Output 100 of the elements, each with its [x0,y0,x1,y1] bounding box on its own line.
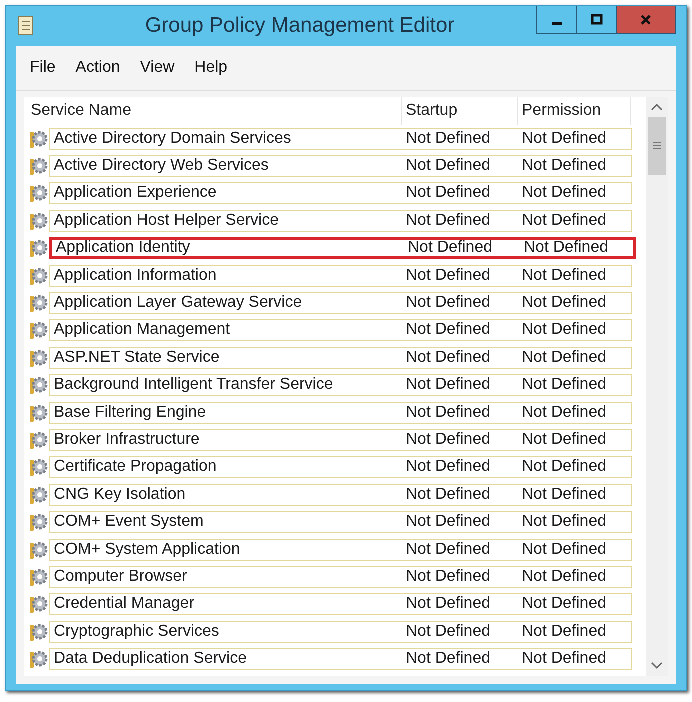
permission-cell-text: Not Defined [521,376,608,394]
service-row[interactable]: Active Directory Web Services Not Defined Not Defined [49,155,632,178]
service-row[interactable]: Certificate Propagation Not Defined Not Defined [49,456,632,478]
service-name: Application Experience [53,184,218,202]
startup-cell-text: Not Defined [405,130,492,148]
service-name: Active Directory Web Services [53,157,270,176]
minimize-button[interactable] [537,6,577,33]
scroll-down-icon[interactable] [651,662,663,670]
service-name: Application Information [53,266,218,285]
permission-cell-text: Not Defined [521,458,608,476]
startup-cell-text: Not Defined [405,486,492,504]
maximize-button[interactable] [577,6,617,33]
service-name: ASP.NET State Service [53,348,221,367]
service-row[interactable]: Application Identity Not Defined Not Defined [49,237,636,260]
scrollbar[interactable] [646,97,668,676]
minimize-icon [552,22,562,25]
menu-item[interactable]: View [140,59,175,77]
permission-cell-text: Not Defined [521,130,608,148]
permission-cell-text: Not Defined [521,486,608,504]
service-row[interactable]: Active Directory Domain Services Not Defined Not Defined [49,128,632,150]
permission-cell-text: Not Defined [521,157,608,176]
service-name: Application Management [53,321,232,340]
permission-cell-text: Not Defined [521,294,608,312]
startup-cell-text: Not Defined [405,294,492,312]
service-row[interactable]: Data Deduplication Service Not Defined Not Defined [49,648,632,670]
menu-item[interactable]: Action [76,59,120,77]
startup-cell-text: Not Defined [405,212,492,230]
permission-cell-text: Not Defined [523,239,610,258]
column-header[interactable]: Startup [402,97,518,125]
service-row[interactable]: Background Intelligent Transfer Service Not Defined Not Defined [49,374,632,396]
service-row[interactable]: Application Host Helper Service Not Defined Not Defined [49,210,632,232]
permission-cell-text: Not Defined [521,321,608,340]
startup-cell-text: Not Defined [405,622,492,641]
service-name: Broker Infrastructure [53,430,201,449]
service-row[interactable]: Application Information Not Defined Not Defined [49,264,632,287]
service-name: Data Deduplication Service [53,650,248,668]
scroll-thumb[interactable] [648,117,666,175]
service-name: Credential Manager [53,595,196,614]
service-name: CNG Key Isolation [53,486,187,504]
service-row[interactable]: COM+ Event System Not Defined Not Defined [49,511,632,534]
menu-item[interactable]: File [30,59,56,77]
startup-cell-text: Not Defined [405,458,492,476]
service-row[interactable]: Credential Manager Not Defined Not Defined [49,593,632,616]
startup-cell-text: Not Defined [405,184,492,202]
startup-cell-text: Not Defined [405,650,492,668]
service-name: Computer Browser [53,568,188,586]
maximize-icon [590,12,604,26]
permission-cell-text: Not Defined [521,513,608,532]
service-row[interactable]: Application Layer Gateway Service Not Defined Not Defined [49,292,632,314]
startup-cell-text: Not Defined [405,157,492,176]
permission-cell-text: Not Defined [521,622,608,641]
permission-cell-text: Not Defined [521,184,608,202]
close-button[interactable] [617,6,675,33]
service-name: Active Directory Domain Services [53,130,292,148]
permission-cell-text: Not Defined [521,404,608,422]
column-header[interactable]: Permission [518,97,631,125]
startup-cell-text: Not Defined [405,595,492,614]
service-row[interactable]: Application Management Not Defined Not Defined [49,319,632,342]
window-title: Group Policy Management Editor [144,14,456,38]
service-name: Base Filtering Engine [53,404,208,422]
service-name: Application Identity [55,239,192,258]
document-icon [18,16,34,36]
startup-cell-text: Not Defined [405,266,492,285]
permission-cell-text: Not Defined [521,348,608,367]
permission-cell-text: Not Defined [521,650,608,668]
startup-cell-text: Not Defined [405,348,492,367]
column-header[interactable]: Service Name [27,97,402,125]
service-name: COM+ System Application [53,540,242,559]
service-row[interactable]: ASP.NET State Service Not Defined Not Defined [49,346,632,369]
service-name: COM+ Event System [53,513,205,532]
service-row[interactable]: Cryptographic Services Not Defined Not Defined [49,620,632,643]
service-name: Certificate Propagation [53,458,218,476]
startup-cell-text: Not Defined [405,376,492,394]
service-name: Cryptographic Services [53,622,220,641]
service-name: Application Host Helper Service [53,212,280,230]
permission-cell-text: Not Defined [521,568,608,586]
grip-icon [652,142,662,150]
startup-cell-text: Not Defined [407,239,494,258]
permission-cell-text: Not Defined [521,266,608,285]
menu-item[interactable]: Help [194,59,228,77]
startup-cell-text: Not Defined [405,568,492,586]
permission-cell-text: Not Defined [521,212,608,230]
service-row[interactable]: Application Experience Not Defined Not Defined [49,182,632,204]
permission-cell-text: Not Defined [521,540,608,559]
service-row[interactable]: Base Filtering Engine Not Defined Not Defined [49,402,632,424]
service-row[interactable]: Broker Infrastructure Not Defined Not Defined [49,428,632,451]
service-name: Background Intelligent Transfer Service [53,376,334,394]
service-row[interactable]: CNG Key Isolation Not Defined Not Defined [49,484,632,506]
startup-cell-text: Not Defined [405,404,492,422]
scroll-up-icon[interactable] [651,103,663,111]
service-row[interactable]: COM+ System Application Not Defined Not Defined [49,538,632,561]
startup-cell-text: Not Defined [405,513,492,532]
startup-cell-text: Not Defined [405,540,492,559]
startup-cell-text: Not Defined [405,430,492,449]
service-row[interactable]: Computer Browser Not Defined Not Defined [49,566,632,588]
permission-cell-text: Not Defined [521,595,608,614]
close-icon [639,12,653,26]
service-name: Application Layer Gateway Service [53,294,304,312]
startup-cell-text: Not Defined [405,321,492,340]
permission-cell-text: Not Defined [521,430,608,449]
